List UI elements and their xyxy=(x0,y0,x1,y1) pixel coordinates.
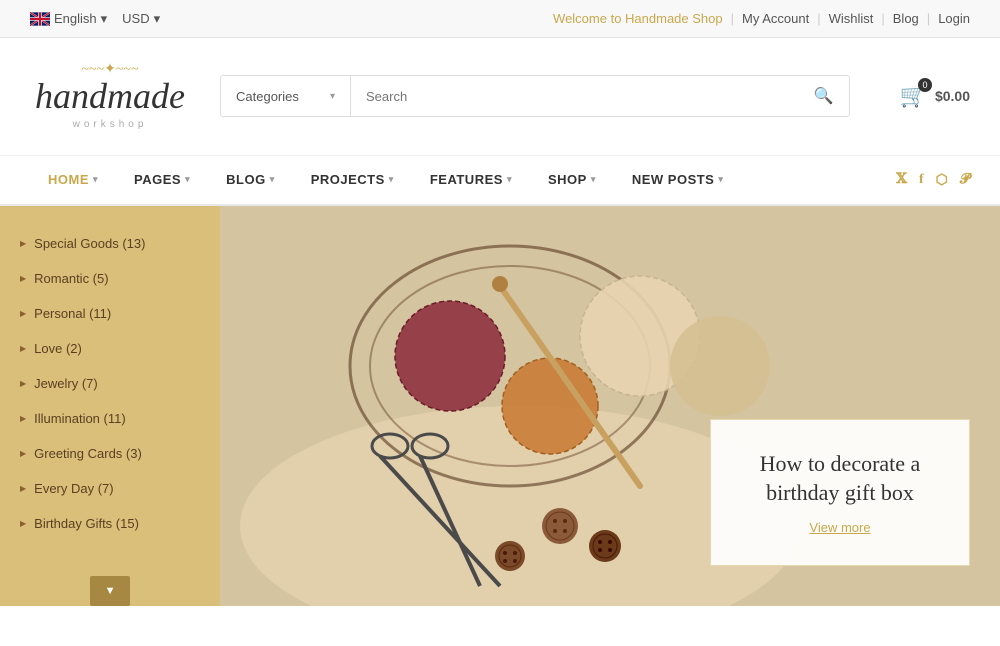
my-account-link[interactable]: My Account xyxy=(742,11,809,26)
flag-uk-icon xyxy=(30,12,50,26)
sidebar-arrow-1: ▶ xyxy=(20,239,26,248)
sidebar-expand-button[interactable]: ▼ xyxy=(90,576,130,606)
sidebar-label-love: Love (2) xyxy=(34,341,82,356)
sidebar-label-romantic: Romantic (5) xyxy=(34,271,108,286)
hero-card-title: How to decorate a birthday gift box xyxy=(746,450,934,507)
sidebar-item-personal[interactable]: ▶ Personal (11) xyxy=(0,296,220,331)
sep4: | xyxy=(927,11,930,26)
search-icon: 🔍 xyxy=(814,86,834,106)
currency-label: USD xyxy=(122,11,149,26)
nav-blog-label: BLOG xyxy=(226,172,266,187)
logo-swirl: ~~~✦~~~ xyxy=(30,63,190,77)
nav-item-blog[interactable]: BLOG ▾ xyxy=(208,155,293,205)
sidebar-arrow-6: ▶ xyxy=(20,414,26,423)
sidebar-label-special-goods: Special Goods (13) xyxy=(34,236,145,251)
search-input[interactable] xyxy=(351,76,799,116)
cart-badge: 0 xyxy=(918,78,932,92)
sep2: | xyxy=(817,11,820,26)
sidebar-arrow-2: ▶ xyxy=(20,274,26,283)
nav-item-features[interactable]: FEATURES ▾ xyxy=(412,155,530,205)
logo[interactable]: ~~~✦~~~ handmade workshop xyxy=(30,63,190,130)
sidebar-label-illumination: Illumination (11) xyxy=(34,411,126,426)
search-button[interactable]: 🔍 xyxy=(799,76,849,116)
nav-new-posts-arrow: ▾ xyxy=(718,174,723,185)
search-bar: Categories ▾ 🔍 xyxy=(220,75,850,117)
twitter-icon[interactable]: 𝕏 xyxy=(896,171,907,188)
nav-home-arrow: ▾ xyxy=(93,174,98,185)
nav-item-pages[interactable]: PAGES ▾ xyxy=(116,155,208,205)
language-label: English xyxy=(54,11,97,26)
sep1: | xyxy=(731,11,734,26)
sidebar-arrow-5: ▶ xyxy=(20,379,26,388)
header: ~~~✦~~~ handmade workshop Categories ▾ 🔍… xyxy=(0,38,1000,156)
nav-features-arrow: ▾ xyxy=(507,174,512,185)
cart-amount: $0.00 xyxy=(935,88,970,104)
nav-items: HOME ▾ PAGES ▾ BLOG ▾ PROJECTS ▾ FEATURE… xyxy=(30,155,741,205)
sidebar-item-jewelry[interactable]: ▶ Jewelry (7) xyxy=(0,366,220,401)
sidebar-item-illumination[interactable]: ▶ Illumination (11) xyxy=(0,401,220,436)
sidebar-item-greeting-cards[interactable]: ▶ Greeting Cards (3) xyxy=(0,436,220,471)
hero-image: How to decorate a birthday gift box View… xyxy=(220,206,1000,606)
nav-pages-label: PAGES xyxy=(134,172,181,187)
nav-blog-arrow: ▾ xyxy=(270,174,275,185)
sidebar-arrow-3: ▶ xyxy=(20,309,26,318)
logo-script: handmade xyxy=(30,77,190,117)
sidebar-arrow-7: ▶ xyxy=(20,449,26,458)
sidebar-arrow-4: ▶ xyxy=(20,344,26,353)
nav-features-label: FEATURES xyxy=(430,172,503,187)
nav-pages-arrow: ▾ xyxy=(185,174,190,185)
welcome-text: Welcome to Handmade Shop xyxy=(553,11,723,26)
vimeo-icon[interactable]: ⬡ xyxy=(936,171,948,188)
nav-projects-label: PROJECTS xyxy=(311,172,385,187)
cart-icon-wrap: 🛒 0 xyxy=(900,83,927,109)
nav-home-label: HOME xyxy=(48,172,89,187)
hero-card: How to decorate a birthday gift box View… xyxy=(710,419,970,565)
sidebar-arrow-8: ▶ xyxy=(20,484,26,493)
categories-chevron: ▾ xyxy=(330,91,335,102)
sidebar-item-birthday-gifts[interactable]: ▶ Birthday Gifts (15) xyxy=(0,506,220,541)
hero-section: ▶ Special Goods (13) ▶ Romantic (5) ▶ Pe… xyxy=(0,206,1000,606)
nav-projects-arrow: ▾ xyxy=(389,174,394,185)
pinterest-icon[interactable]: 𝓟 xyxy=(960,172,970,188)
sidebar-item-romantic[interactable]: ▶ Romantic (5) xyxy=(0,261,220,296)
nav-item-projects[interactable]: PROJECTS ▾ xyxy=(293,155,412,205)
sidebar-label-jewelry: Jewelry (7) xyxy=(34,376,98,391)
sidebar-item-every-day[interactable]: ▶ Every Day (7) xyxy=(0,471,220,506)
nav-shop-label: SHOP xyxy=(548,172,587,187)
nav-item-shop[interactable]: SHOP ▾ xyxy=(530,155,614,205)
hero-card-link[interactable]: View more xyxy=(809,520,870,535)
language-chevron: ▾ xyxy=(101,11,108,27)
nav-bar: HOME ▾ PAGES ▾ BLOG ▾ PROJECTS ▾ FEATURE… xyxy=(0,156,1000,206)
sidebar-menu: ▶ Special Goods (13) ▶ Romantic (5) ▶ Pe… xyxy=(0,206,220,606)
sidebar-arrow-9: ▶ xyxy=(20,519,26,528)
top-bar-right: Welcome to Handmade Shop | My Account | … xyxy=(553,11,970,26)
top-bar: English ▾ USD ▾ Welcome to Handmade Shop… xyxy=(0,0,1000,38)
sidebar-label-personal: Personal (11) xyxy=(34,306,111,321)
nav-shop-arrow: ▾ xyxy=(591,174,596,185)
sidebar-item-special-goods[interactable]: ▶ Special Goods (13) xyxy=(0,226,220,261)
login-link[interactable]: Login xyxy=(938,11,970,26)
sidebar-item-love[interactable]: ▶ Love (2) xyxy=(0,331,220,366)
currency-selector[interactable]: USD ▾ xyxy=(122,11,160,27)
logo-subtitle: workshop xyxy=(30,119,190,130)
nav-new-posts-label: NEW POSTS xyxy=(632,172,715,187)
nav-item-new-posts[interactable]: NEW POSTS ▾ xyxy=(614,155,742,205)
sidebar-label-every-day: Every Day (7) xyxy=(34,481,113,496)
sidebar-expand-icon: ▼ xyxy=(105,585,116,597)
wishlist-link[interactable]: Wishlist xyxy=(829,11,874,26)
facebook-icon[interactable]: f xyxy=(919,172,924,188)
categories-label: Categories xyxy=(236,89,299,104)
top-bar-left: English ▾ USD ▾ xyxy=(30,11,160,27)
currency-chevron: ▾ xyxy=(154,11,161,27)
nav-social: 𝕏 f ⬡ 𝓟 xyxy=(896,171,970,188)
sidebar-label-greeting-cards: Greeting Cards (3) xyxy=(34,446,142,461)
cart-widget[interactable]: 🛒 0 $0.00 xyxy=(900,83,970,109)
sep3: | xyxy=(881,11,884,26)
categories-dropdown[interactable]: Categories ▾ xyxy=(221,76,351,116)
nav-item-home[interactable]: HOME ▾ xyxy=(30,155,116,205)
sidebar-label-birthday-gifts: Birthday Gifts (15) xyxy=(34,516,139,531)
language-selector[interactable]: English ▾ xyxy=(30,11,107,27)
blog-top-link[interactable]: Blog xyxy=(893,11,919,26)
